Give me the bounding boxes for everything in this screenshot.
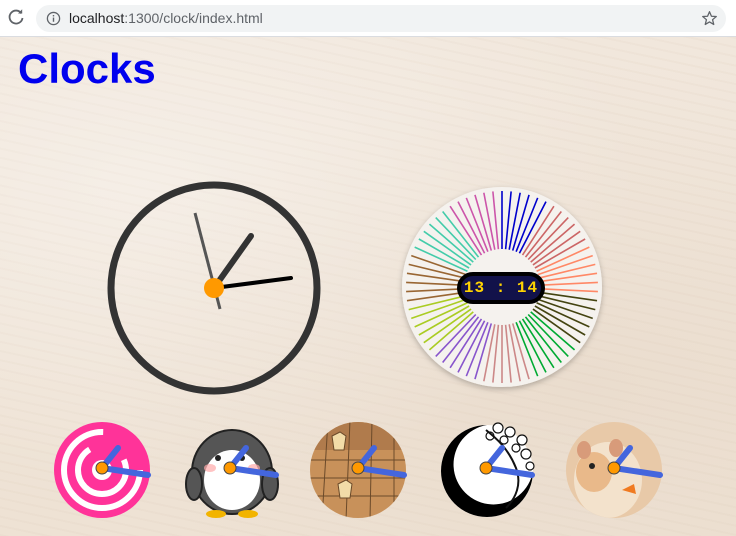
- browser-toolbar: localhost:1300/clock/index.html: [0, 0, 736, 37]
- analog-clock: [107, 181, 321, 395]
- site-info-icon[interactable]: [46, 11, 61, 26]
- sakura-clock: [441, 422, 535, 517]
- clock-center: [204, 278, 224, 298]
- bookmark-star-icon[interactable]: [701, 10, 718, 27]
- reload-icon[interactable]: [6, 7, 26, 27]
- hamster-clock: [566, 422, 663, 518]
- digital-time-text: 13 : 14: [463, 279, 539, 297]
- url-text[interactable]: localhost:1300/clock/index.html: [69, 10, 263, 26]
- penguin-clock: [185, 429, 279, 518]
- page-title: Clocks: [18, 45, 156, 92]
- digital-time-display: 13 : 14: [457, 272, 545, 304]
- shogi-clock: [310, 422, 407, 518]
- address-bar[interactable]: localhost:1300/clock/index.html: [36, 5, 726, 32]
- minute-hand: [212, 276, 293, 290]
- target-clock: [54, 422, 151, 518]
